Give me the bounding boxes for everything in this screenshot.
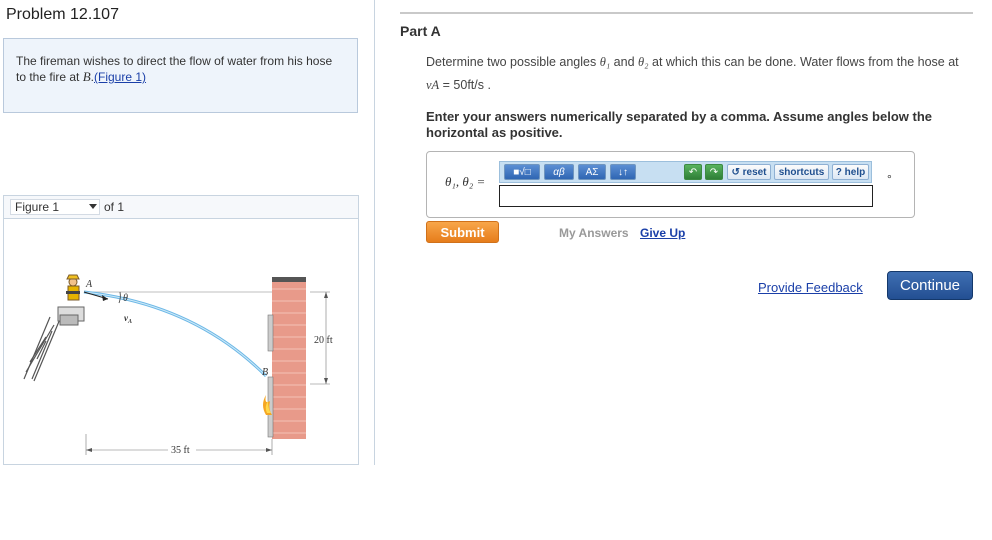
my-answers-link: My Answers — [559, 226, 629, 240]
figure-select[interactable]: Figure 1 — [10, 199, 100, 215]
point-a-label: A — [85, 279, 93, 290]
give-up-link[interactable]: Give Up — [640, 226, 685, 240]
question-text-1: Determine two possible angles — [426, 55, 600, 69]
provide-feedback-link[interactable]: Provide Feedback — [758, 280, 863, 295]
answer-label: θ₁, θ₂ = — [445, 174, 486, 189]
answer-container: θ₁, θ₂ = ■√□ αβ ΑΣ ↓↑ ↶ ↷ ↺ reset shortc… — [426, 151, 915, 218]
question-and: and — [610, 55, 639, 69]
height-label: 20 ft — [314, 335, 333, 346]
symbols-button[interactable]: ΑΣ — [578, 164, 606, 180]
theta1-symbol: θ₁ — [599, 55, 611, 69]
redo-icon[interactable]: ↷ — [705, 164, 723, 180]
math-toolbar: ■√□ αβ ΑΣ ↓↑ ↶ ↷ ↺ reset shortcuts ? hel… — [499, 161, 872, 183]
figure-panel: A θ vA B 20 ft 35 ft — [3, 219, 359, 465]
chevron-down-icon — [89, 204, 97, 209]
unit-label: ° — [887, 172, 892, 186]
velocity-label: vA — [124, 313, 132, 325]
distance-label: 35 ft — [171, 445, 190, 456]
reset-button[interactable]: ↺ reset — [727, 164, 771, 180]
problem-statement: The fireman wishes to direct the flow of… — [3, 38, 358, 113]
water-stream — [83, 290, 268, 378]
theta-label: θ — [123, 293, 128, 304]
theta2-symbol: θ₂ — [638, 55, 649, 69]
point-b-label: B — [262, 367, 268, 378]
question-text-2: at which this can be done. Water flows f… — [648, 55, 959, 69]
ladder-truck-illustration — [23, 316, 61, 382]
shortcuts-button[interactable]: shortcuts — [774, 164, 829, 180]
answer-input[interactable] — [499, 185, 873, 207]
instruction-text: Enter your answers numerically separated… — [426, 109, 932, 140]
undo-icon[interactable]: ↶ — [684, 164, 702, 180]
part-title: Part A — [400, 23, 441, 39]
divider — [400, 12, 973, 14]
continue-button[interactable]: Continue — [887, 271, 973, 300]
figure-navigation: Figure 1 of 1 — [3, 195, 359, 219]
question-text: Determine two possible angles θ₁ and θ₂ … — [426, 51, 974, 97]
figure-count: of 1 — [104, 200, 125, 214]
figure-link[interactable]: (Figure 1) — [94, 70, 146, 84]
fireman-icon — [66, 274, 80, 301]
question-text-3: = 50ft/s . — [439, 78, 491, 92]
statement-text: The fireman wishes to direct the flow of… — [16, 54, 333, 84]
figure-diagram: A θ vA B 20 ft 35 ft — [23, 274, 333, 456]
velocity-symbol: vA — [426, 78, 440, 92]
brick-wall — [267, 277, 306, 439]
problem-title: Problem 12.107 — [6, 6, 119, 23]
templates-button[interactable]: ■√□ — [504, 164, 540, 180]
greek-button[interactable]: αβ — [544, 164, 574, 180]
help-button[interactable]: ? help — [832, 164, 869, 180]
submit-button[interactable]: Submit — [426, 221, 499, 243]
arrows-button[interactable]: ↓↑ — [610, 164, 636, 180]
statement-point: B — [82, 69, 91, 84]
figure-select-value: Figure 1 — [15, 200, 60, 214]
